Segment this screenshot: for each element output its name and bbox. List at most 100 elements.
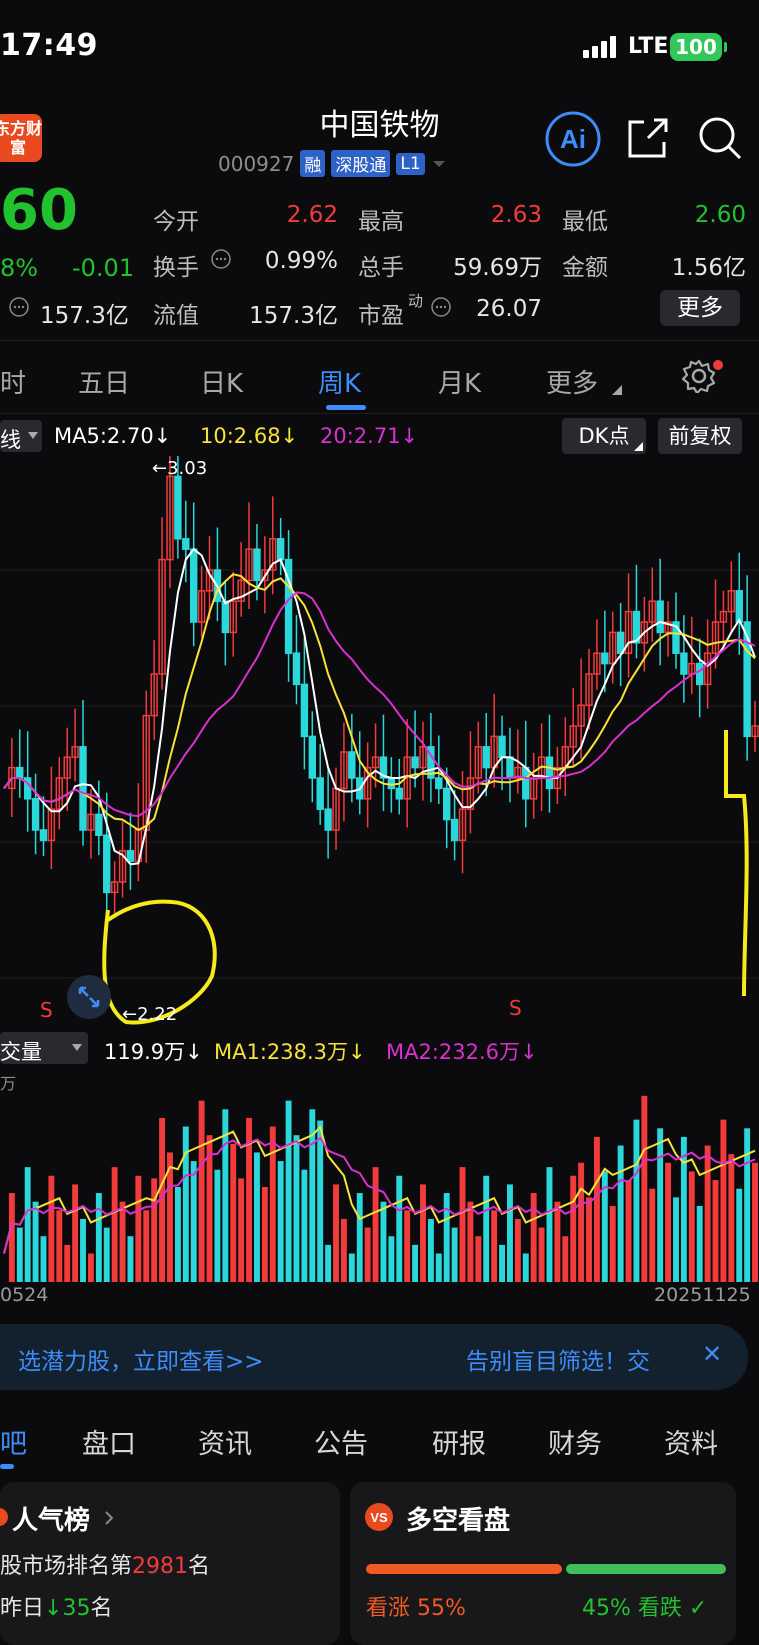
ai-icon[interactable]: Ai: [544, 110, 602, 168]
stock-code-line[interactable]: 000927 融 深股通 L1: [218, 150, 447, 177]
volume-bar: [16, 1227, 23, 1282]
volume-selector[interactable]: 交量: [0, 1032, 88, 1064]
candle-body: [411, 756, 419, 769]
market-cap: 157.3亿: [40, 303, 129, 329]
signal-icon: [583, 36, 616, 58]
volume-bar: [182, 1126, 189, 1282]
volume-bar: [451, 1227, 458, 1282]
volume-bar: [554, 1201, 561, 1282]
info-icon[interactable]: [8, 296, 30, 318]
tab-day-k[interactable]: 日K: [200, 363, 243, 400]
volume-bar: [728, 1154, 735, 1282]
volume-bar: [744, 1128, 751, 1282]
volume-bar: [593, 1136, 600, 1282]
gear-icon[interactable]: [682, 359, 716, 393]
change-percent: 8%: [0, 254, 39, 282]
adjust-button[interactable]: 前复权: [658, 418, 742, 454]
candle-body: [182, 538, 190, 550]
pe-value: 26.07: [476, 296, 542, 322]
yesterday-line: 昨日↓35名: [0, 1596, 113, 1621]
share-icon[interactable]: [624, 114, 672, 162]
volume-bar: [277, 1161, 284, 1282]
volume-bar: [720, 1119, 727, 1282]
volume-bar: [269, 1126, 276, 1282]
date-start: 0524: [0, 1284, 49, 1306]
tab-week-k[interactable]: 周K: [318, 363, 361, 400]
active-tab-indicator: [0, 1464, 14, 1469]
high-value: 2.63: [490, 202, 542, 228]
volume-bar: [673, 1197, 679, 1282]
volume-chart[interactable]: [0, 1066, 759, 1284]
amount-label: 金额: [562, 255, 608, 281]
promo-banner[interactable]: 选潜力股，立即查看>> 告别盲目筛选！交 ✕: [0, 1324, 748, 1390]
vol-ma1-label: MA1:238.3万↓: [214, 1040, 366, 1064]
tab-profile[interactable]: 资料: [664, 1422, 718, 1461]
more-button[interactable]: 更多: [660, 290, 740, 326]
turnover-value: 0.99%: [264, 248, 338, 274]
tab-research[interactable]: 研报: [432, 1422, 486, 1461]
kline-chart[interactable]: [0, 456, 759, 1026]
volume-bar: [570, 1175, 577, 1282]
volume-bar: [538, 1227, 545, 1282]
volume-bar: [443, 1193, 450, 1282]
network-label: LTE: [628, 34, 669, 59]
change-amount: -0.01: [72, 254, 135, 282]
battery-icon: 100: [670, 33, 722, 61]
tab-news[interactable]: 资讯: [198, 1422, 252, 1461]
volume-bar: [285, 1100, 292, 1282]
active-tab-indicator: [326, 405, 366, 410]
tab-handicap[interactable]: 盘口: [82, 1422, 136, 1461]
volume-bar: [333, 1184, 339, 1282]
popularity-title: 人气榜: [12, 1506, 91, 1536]
bull-bear-card[interactable]: VS 多空看盘 看涨 55% 45% 看跌 ✓: [350, 1482, 736, 1645]
svg-text:Ai: Ai: [560, 124, 586, 154]
volume-bar: [412, 1244, 419, 1282]
volume-bar: [56, 1210, 63, 1282]
banner-right-text[interactable]: 告别盲目筛选！交: [466, 1342, 650, 1376]
volume-bar: [254, 1152, 260, 1282]
ma-line: [3, 573, 756, 832]
volume-bar: [657, 1128, 664, 1282]
volume-bar: [427, 1218, 434, 1282]
volume-bar: [317, 1120, 324, 1282]
volume-bar: [617, 1145, 624, 1282]
tab-5day[interactable]: 五日: [78, 363, 130, 400]
info-icon[interactable]: [210, 248, 232, 270]
volume-bar: [649, 1188, 656, 1282]
candle-body: [498, 735, 506, 758]
volume-bar: [475, 1236, 482, 1282]
caret-icon: [612, 385, 622, 395]
sell-signal: S: [509, 996, 522, 1020]
banner-left-text[interactable]: 选潜力股，立即查看>>: [18, 1342, 264, 1376]
candle-body: [443, 787, 451, 821]
popularity-card[interactable]: 人气榜 股市场排名第2981名 昨日↓35名: [0, 1482, 340, 1645]
line-selector[interactable]: 线: [0, 420, 42, 452]
search-icon[interactable]: [696, 114, 744, 162]
info-icon[interactable]: [430, 296, 452, 318]
volume-bar: [364, 1227, 371, 1282]
candle-body: [696, 662, 704, 686]
volume-bar: [641, 1095, 648, 1282]
expand-icon[interactable]: [66, 974, 112, 1020]
tab-finance[interactable]: 财务: [548, 1422, 602, 1461]
tab-month-k[interactable]: 月K: [438, 363, 481, 400]
tab-announcements[interactable]: 公告: [314, 1422, 368, 1461]
close-icon[interactable]: ✕: [702, 1340, 722, 1368]
bull-segment: [366, 1564, 562, 1574]
volume-value: 119.9万↓: [104, 1040, 203, 1064]
bear-text: 45% 看跌 ✓: [582, 1596, 708, 1621]
volume-bar: [230, 1143, 237, 1282]
high-price-mark: ←3.03: [152, 458, 208, 479]
tab-time[interactable]: 时: [0, 363, 26, 400]
volume-bar: [214, 1169, 221, 1282]
tag-level: L1: [396, 152, 425, 175]
candle-body: [276, 538, 285, 561]
info-tabs: 吧 盘口 资讯 公告 研报 财务 资料: [0, 1404, 759, 1476]
tab-more[interactable]: 更多: [546, 363, 598, 400]
volume-label: 总手: [358, 255, 404, 281]
volume-bar: [40, 1236, 47, 1282]
fire-icon: [0, 1508, 8, 1526]
volume-bar: [665, 1162, 672, 1282]
candle-body: [174, 475, 182, 540]
tab-forum[interactable]: 吧: [0, 1422, 27, 1461]
